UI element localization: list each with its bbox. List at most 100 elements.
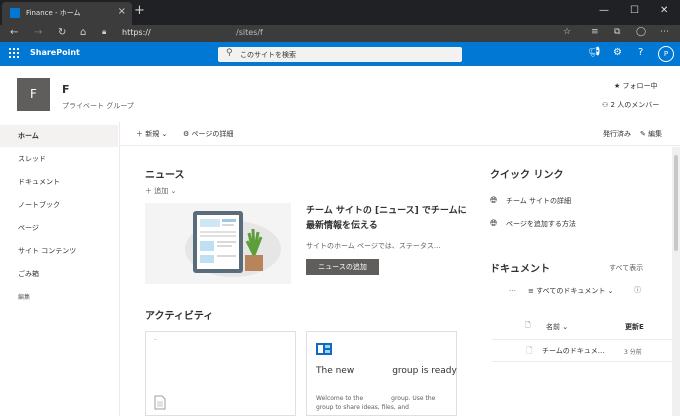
document-modified: 3 分前 [624,349,642,356]
activity-title: アクティビティ [145,311,214,322]
url-field[interactable]: 🔒︎ https:// /sites/f [102,27,582,40]
quicklinks-title: クイック リンク [490,170,564,181]
tab-title: Finance - ホーム [26,9,81,17]
activity-card-group[interactable]: The new group is ready Welcome to the grou… [306,331,457,416]
lock-icon: 🔒︎ [102,27,107,36]
new-tab-button[interactable]: + [134,4,145,18]
url-path: /sites/f [236,28,263,37]
scrollbar-thumb[interactable] [674,155,678,251]
document-icon [154,395,166,410]
megaphone-icon[interactable]: 📢︎ [588,47,601,58]
card-title: The new group is ready [316,366,457,376]
sharepoint-favicon-icon [10,8,20,18]
plus-icon: ＋ [145,187,152,195]
follow-label: フォロー中 [622,82,658,90]
more-menu-icon[interactable]: ⋯ [660,27,669,37]
nav-item-recycle-bin[interactable]: ごみ箱 [0,263,118,285]
browser-tab[interactable]: Finance - ホーム × [2,2,132,25]
pencil-icon: ✎ [640,130,646,138]
star-icon: ★ [614,82,621,90]
url-prefix: https:// [122,28,151,37]
browser-tab-strip: Finance - ホーム × + — ☐ ✕ [0,0,680,25]
column-header-name[interactable]: 名前 ⌄ [546,322,568,332]
maximize-button[interactable]: ☐ [630,5,639,16]
follow-button[interactable]: ★ フォロー中 [614,81,658,91]
tab-close-icon[interactable]: × [118,6,126,17]
documents-title: ドキュメント [490,264,550,275]
table-row[interactable]: 🗋︎ チームのドキュメ... 3 分前 [492,339,672,362]
info-icon[interactable]: ⓘ [634,285,641,295]
nav-item-notebook[interactable]: ノートブック [0,194,118,216]
nav-edit-link[interactable]: 編集 [0,286,118,308]
sharepoint-brand[interactable]: SharePoint [30,48,80,57]
chevron-down-icon: ⌄ [562,323,569,331]
view-selector[interactable]: ≡ すべてのドキュメント ⌄ [528,286,613,296]
page-scrollbar[interactable] [672,147,680,416]
site-search-box[interactable]: ⚲ このサイトを検索 [218,47,462,62]
search-placeholder: このサイトを検索 [240,51,296,59]
globe-icon: 🌐︎ [490,196,498,206]
news-headline[interactable]: チーム サイトの [ニュース] でチームに最新情報を伝える [306,204,468,234]
globe-icon: 🌐︎ [490,219,498,229]
home-icon[interactable]: ⌂ [80,27,86,38]
site-header: F F プライベート グループ ★ フォロー中 ⚇ 2 人のメンバー [0,66,680,122]
card-body-line2: group to share ideas, files, and [316,404,409,411]
site-logo[interactable]: F [17,78,50,111]
news-title: ニュース [145,170,185,181]
app-launcher-icon[interactable] [9,48,19,58]
left-navigation: ホーム スレッド ドキュメント ノートブック ページ サイト コンテンツ ごみ箱… [0,122,120,416]
news-illustration [145,203,291,284]
add-news-button[interactable]: ニュースの追加 [306,259,379,275]
news-body: サイトのホーム ページでは、ステータス... [306,242,441,250]
collections-icon[interactable]: ⧉ [614,27,620,37]
avatar[interactable]: P [658,46,674,62]
nav-item-site-contents[interactable]: サイト コンテンツ [0,240,118,262]
address-bar-row: ← → ↻ ⌂ 🔒︎ https:// /sites/f ☆ ≡ ⧉ ◯ ⋯ [0,25,680,42]
activity-card-document[interactable]: ⁻ [145,331,296,416]
show-all-link[interactable]: すべて表示 [609,263,643,273]
minimize-button[interactable]: — [599,5,609,16]
outlook-group-icon [316,343,332,355]
sharepoint-suite-bar: SharePoint ⚲ このサイトを検索 📢︎ ⚙ ? P [0,42,680,66]
more-options-icon[interactable]: … [509,285,516,293]
column-header-modified[interactable]: 更新E [625,322,644,332]
nav-item-pages[interactable]: ページ [0,217,118,239]
nav-item-documents[interactable]: ドキュメント [0,171,118,193]
help-icon[interactable]: ? [638,47,643,58]
card-tiny-mark: ⁻ [154,338,157,344]
file-type-header-icon: 🗋︎ [525,321,531,329]
nav-item-home[interactable]: ホーム [0,125,118,147]
site-title[interactable]: F [62,83,70,96]
published-status: 発行済み [603,130,631,138]
plus-icon: ＋ [136,130,143,138]
chevron-down-icon: ⌄ [607,287,614,295]
nav-item-threads[interactable]: スレッド [0,148,118,170]
back-arrow-icon[interactable]: ← [10,27,18,38]
close-window-button[interactable]: ✕ [660,5,668,16]
chevron-down-icon: ⌄ [170,187,177,195]
command-bar: ＋ 新規 ⌄ ⚙ ページの詳細 発行済み ✎ 編集 [120,122,680,146]
members-button[interactable]: ⚇ 2 人のメンバー [602,100,659,110]
gear-icon[interactable]: ⚙ [613,47,622,58]
favorites-list-icon[interactable]: ≡ [591,27,599,37]
quicklink-item[interactable]: 🌐︎ ページを追加する方法 [490,219,576,229]
document-icon: 🗋︎ [526,346,533,355]
person-icon: ⚇ [602,101,609,109]
chevron-down-icon: ⌄ [161,130,168,138]
search-icon: ⚲ [226,48,233,58]
document-name[interactable]: チームのドキュメ... [542,346,604,356]
new-menu-button[interactable]: ＋ 新規 ⌄ [136,129,167,139]
favorite-star-icon[interactable]: ☆ [563,27,571,37]
add-news-link[interactable]: ＋ 追加 ⌄ [145,186,176,196]
gear-icon: ⚙ [183,130,190,138]
page-details-button[interactable]: ⚙ ページの詳細 [183,129,233,139]
edit-page-button[interactable]: ✎ 編集 [640,129,662,139]
members-label: 2 人のメンバー [610,101,660,109]
profile-icon[interactable]: ◯ [636,27,646,37]
list-view-icon: ≡ [528,287,534,295]
site-subtitle: プライベート グループ [62,102,134,110]
refresh-icon[interactable]: ↻ [58,27,66,38]
card-body-line1: Welcome to the group. Use the [316,395,436,402]
quicklink-item[interactable]: 🌐︎ チーム サイトの詳細 [490,196,571,206]
forward-arrow-icon[interactable]: → [34,27,42,38]
